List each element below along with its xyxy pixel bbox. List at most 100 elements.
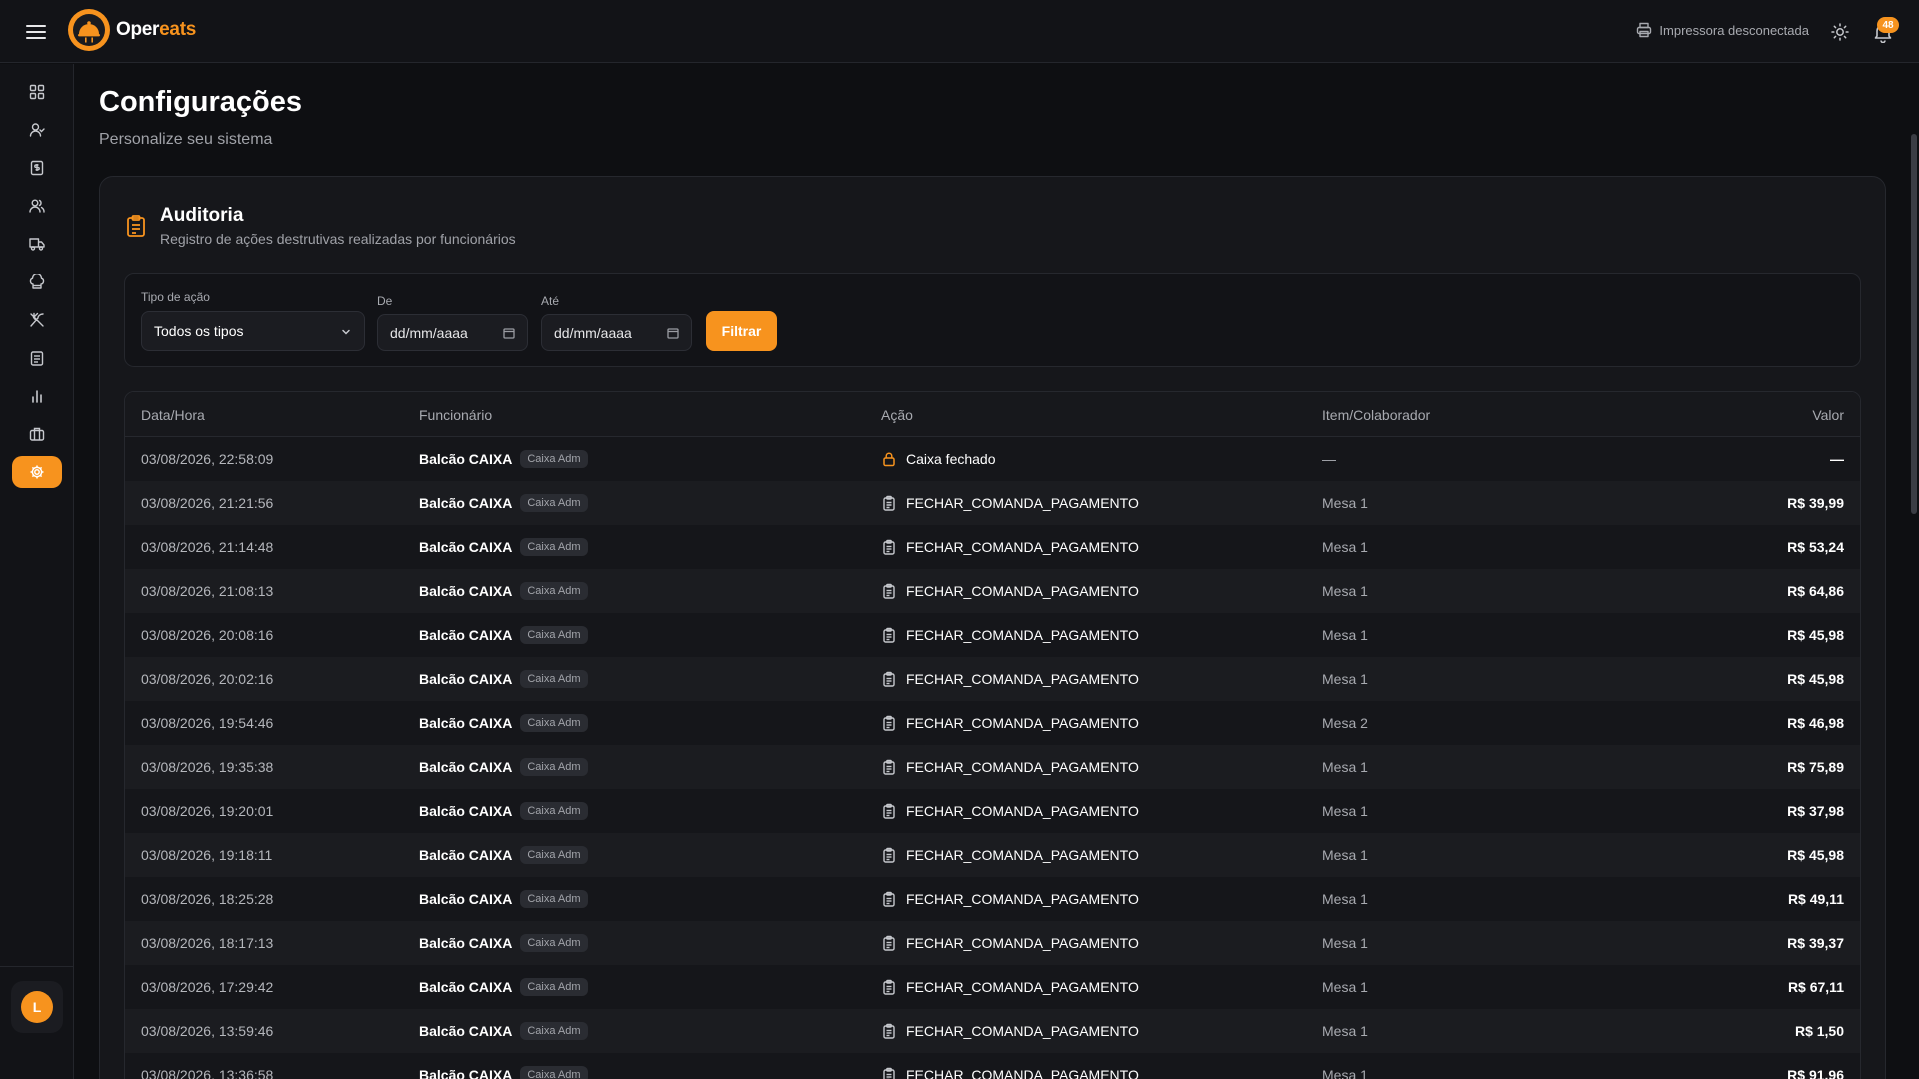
chef-hat-icon[interactable] bbox=[12, 266, 62, 298]
settings-gear-icon[interactable] bbox=[12, 456, 62, 488]
table-row[interactable]: 03/08/2026, 19:54:46 Balcão CAIXA Caixa Ad… bbox=[125, 701, 1860, 745]
row-item: Mesa 1 bbox=[1322, 891, 1368, 907]
clipboard-icon bbox=[881, 627, 897, 643]
table-row[interactable]: 03/08/2026, 13:36:58 Balcão CAIXA Caixa Ad… bbox=[125, 1053, 1860, 1079]
table-row[interactable]: 03/08/2026, 21:14:48 Balcão CAIXA Caixa Ad… bbox=[125, 525, 1860, 569]
row-value: — bbox=[1830, 451, 1844, 467]
clipboard-icon[interactable] bbox=[12, 342, 62, 374]
row-employee: Balcão CAIXA Caixa Adm bbox=[419, 437, 588, 481]
row-employee: Balcão CAIXA Caixa Adm bbox=[419, 525, 588, 569]
scrollbar-thumb[interactable] bbox=[1911, 134, 1917, 514]
bar-chart-icon[interactable] bbox=[12, 380, 62, 412]
row-employee: Balcão CAIXA Caixa Adm bbox=[419, 1053, 588, 1079]
notification-badge[interactable]: 48 bbox=[1877, 17, 1899, 33]
user-check-icon[interactable] bbox=[12, 114, 62, 146]
column-header-value[interactable]: Valor bbox=[1812, 407, 1844, 423]
role-badge: Caixa Adm bbox=[520, 890, 588, 908]
action-text: FECHAR_COMANDA_PAGAMENTO bbox=[906, 583, 1139, 599]
table-row[interactable]: 03/08/2026, 19:35:38 Balcão CAIXA Caixa Ad… bbox=[125, 745, 1860, 789]
table-row[interactable]: 03/08/2026, 20:02:16 Balcão CAIXA Caixa Ad… bbox=[125, 657, 1860, 701]
filters-panel: Tipo de ação Todos os tipos De dd/mm/aaa… bbox=[124, 273, 1861, 367]
column-header-datetime[interactable]: Data/Hora bbox=[141, 407, 205, 423]
action-text: FECHAR_COMANDA_PAGAMENTO bbox=[906, 1023, 1139, 1039]
table-row[interactable]: 03/08/2026, 19:18:11 Balcão CAIXA Caixa Ad… bbox=[125, 833, 1860, 877]
column-header-item[interactable]: Item/Colaborador bbox=[1322, 407, 1430, 423]
row-action: FECHAR_COMANDA_PAGAMENTO bbox=[881, 1009, 1139, 1053]
table-row[interactable]: 03/08/2026, 17:29:42 Balcão CAIXA Caixa Ad… bbox=[125, 965, 1860, 1009]
row-datetime: 03/08/2026, 13:36:58 bbox=[141, 1067, 274, 1079]
row-item: Mesa 1 bbox=[1322, 759, 1368, 775]
utensils-icon[interactable] bbox=[12, 304, 62, 336]
calendar-icon[interactable] bbox=[667, 327, 679, 339]
briefcase-icon[interactable] bbox=[12, 418, 62, 450]
action-text: FECHAR_COMANDA_PAGAMENTO bbox=[906, 935, 1139, 951]
table-row[interactable]: 03/08/2026, 18:17:13 Balcão CAIXA Caixa Ad… bbox=[125, 921, 1860, 965]
employee-name: Balcão CAIXA bbox=[419, 715, 513, 731]
user-menu[interactable]: L bbox=[11, 981, 63, 1033]
audit-title: Auditoria bbox=[160, 205, 244, 226]
row-item: Mesa 1 bbox=[1322, 847, 1368, 863]
row-datetime: 03/08/2026, 21:21:56 bbox=[141, 495, 274, 511]
row-employee: Balcão CAIXA Caixa Adm bbox=[419, 481, 588, 525]
row-datetime: 03/08/2026, 21:08:13 bbox=[141, 583, 274, 599]
row-value: R$ 37,98 bbox=[1787, 803, 1844, 819]
role-badge: Caixa Adm bbox=[520, 1022, 588, 1040]
printer-status[interactable]: Impressora desconectada bbox=[1636, 22, 1809, 38]
row-employee: Balcão CAIXA Caixa Adm bbox=[419, 965, 588, 1009]
role-badge: Caixa Adm bbox=[520, 626, 588, 644]
dashboard-icon[interactable] bbox=[12, 76, 62, 108]
table-row[interactable]: 03/08/2026, 13:59:46 Balcão CAIXA Caixa Ad… bbox=[125, 1009, 1860, 1053]
action-text: FECHAR_COMANDA_PAGAMENTO bbox=[906, 715, 1139, 731]
row-value: R$ 1,50 bbox=[1794, 1023, 1844, 1039]
table-row[interactable]: 03/08/2026, 21:21:56 Balcão CAIXA Caixa Ad… bbox=[125, 481, 1860, 525]
row-datetime: 03/08/2026, 19:35:38 bbox=[141, 759, 274, 775]
employee-name: Balcão CAIXA bbox=[419, 495, 513, 511]
theme-toggle-icon[interactable] bbox=[1830, 22, 1850, 42]
employee-name: Balcão CAIXA bbox=[419, 539, 513, 555]
row-item: Mesa 1 bbox=[1322, 803, 1368, 819]
table-row[interactable]: 03/08/2026, 22:58:09 Balcão CAIXA Caixa Ad… bbox=[125, 437, 1860, 481]
table-row[interactable]: 03/08/2026, 20:08:16 Balcão CAIXA Caixa Ad… bbox=[125, 613, 1860, 657]
action-type-select[interactable]: Todos os tipos bbox=[141, 311, 365, 351]
clipboard-icon bbox=[881, 803, 897, 819]
menu-icon[interactable] bbox=[22, 19, 50, 45]
page-scrollbar[interactable] bbox=[1909, 64, 1919, 1079]
table-row[interactable]: 03/08/2026, 21:08:13 Balcão CAIXA Caixa Ad… bbox=[125, 569, 1860, 613]
row-employee: Balcão CAIXA Caixa Adm bbox=[419, 1009, 588, 1053]
lock-icon bbox=[881, 451, 897, 467]
role-badge: Caixa Adm bbox=[520, 846, 588, 864]
users-icon[interactable] bbox=[12, 190, 62, 222]
row-item: Mesa 1 bbox=[1322, 1067, 1368, 1079]
row-action: Caixa fechado bbox=[881, 437, 996, 481]
date-to-input[interactable]: dd/mm/aaaa bbox=[541, 314, 692, 351]
brand-name: Opereats bbox=[116, 19, 196, 41]
row-value: R$ 39,99 bbox=[1787, 495, 1844, 511]
row-datetime: 03/08/2026, 20:02:16 bbox=[141, 671, 274, 687]
action-text: FECHAR_COMANDA_PAGAMENTO bbox=[906, 1067, 1139, 1079]
date-to-value: dd/mm/aaaa bbox=[554, 324, 632, 341]
table-row[interactable]: 03/08/2026, 18:25:28 Balcão CAIXA Caixa Ad… bbox=[125, 877, 1860, 921]
row-datetime: 03/08/2026, 18:25:28 bbox=[141, 891, 274, 907]
column-header-employee[interactable]: Funcionário bbox=[419, 407, 492, 423]
truck-icon[interactable] bbox=[12, 228, 62, 260]
row-employee: Balcão CAIXA Caixa Adm bbox=[419, 789, 588, 833]
action-text: FECHAR_COMANDA_PAGAMENTO bbox=[906, 979, 1139, 995]
date-from-input[interactable]: dd/mm/aaaa bbox=[377, 314, 528, 351]
column-header-action[interactable]: Ação bbox=[881, 407, 913, 423]
clipboard-icon bbox=[881, 539, 897, 555]
app-logo[interactable]: Opereats bbox=[68, 9, 196, 51]
calendar-icon[interactable] bbox=[503, 327, 515, 339]
action-text: FECHAR_COMANDA_PAGAMENTO bbox=[906, 671, 1139, 687]
row-item: Mesa 1 bbox=[1322, 495, 1368, 511]
row-value: R$ 45,98 bbox=[1787, 627, 1844, 643]
date-to-label: Até bbox=[541, 294, 560, 308]
clipboard-icon bbox=[881, 671, 897, 687]
row-action: FECHAR_COMANDA_PAGAMENTO bbox=[881, 833, 1139, 877]
chevron-down-icon bbox=[340, 326, 352, 338]
role-badge: Caixa Adm bbox=[520, 582, 588, 600]
filter-button[interactable]: Filtrar bbox=[706, 311, 777, 351]
table-header: Data/Hora Funcionário Ação Item/Colabora… bbox=[125, 392, 1860, 437]
role-badge: Caixa Adm bbox=[520, 802, 588, 820]
table-row[interactable]: 03/08/2026, 19:20:01 Balcão CAIXA Caixa Ad… bbox=[125, 789, 1860, 833]
receipt-icon[interactable] bbox=[12, 152, 62, 184]
